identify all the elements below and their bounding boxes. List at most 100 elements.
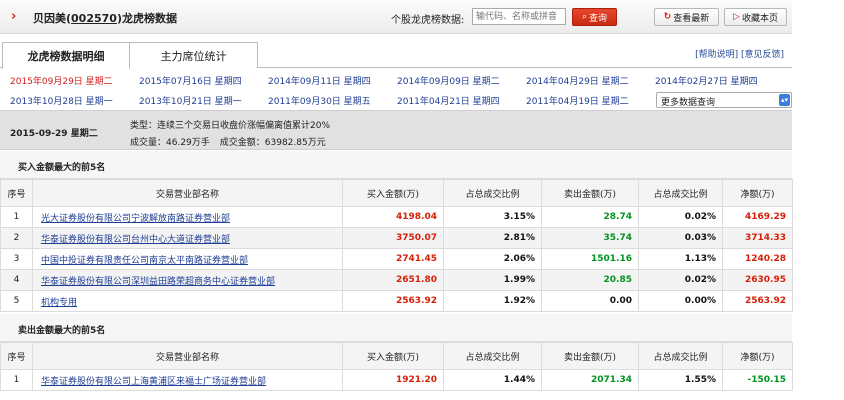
- sell-pct: 0.02%: [638, 206, 723, 228]
- table-row: 1 光大证券股份有限公司宁波解放南路证券营业部 4198.04 3.15% 28…: [0, 206, 793, 228]
- buy-pct: 1.99%: [443, 269, 542, 291]
- buy-pct: 1.44%: [443, 369, 542, 391]
- date-link[interactable]: 2011年04月19日 星期二: [526, 94, 629, 107]
- date-links: 2015年09月29日 星期二 2015年07月16日 星期四 2014年09月…: [0, 69, 792, 109]
- branch-link[interactable]: 华泰证券股份有限公司上海黄浦区来福士广场证券营业部: [41, 377, 266, 387]
- sell-pct: 1.55%: [638, 369, 723, 391]
- row-no: 2: [0, 227, 33, 249]
- buy-table: 序号 交易营业部名称 买入金额(万) 占总成交比例 卖出金额(万) 占总成交比例…: [0, 179, 793, 312]
- col-buy-pct: 占总成交比例: [443, 342, 542, 370]
- date-link[interactable]: 2011年09月30日 星期五: [268, 94, 371, 107]
- branch-link[interactable]: 中国中投证券有限责任公司南京太平南路证券营业部: [41, 256, 248, 266]
- selected-date: 2015-09-29 星期二: [10, 129, 98, 139]
- bookmark-icon: ▷: [733, 12, 740, 22]
- tab-bar: 龙虎榜数据明细 主力席位统计 [帮助说明] [意见反馈]: [0, 34, 792, 69]
- sell-pct: 0.03%: [638, 227, 723, 249]
- lookup-label: 个股龙虎榜数据:: [391, 15, 465, 26]
- date-link[interactable]: 2011年04月21日 星期四: [397, 94, 500, 107]
- query-button[interactable]: ⌕ 查询: [572, 8, 617, 26]
- col-sell-pct: 占总成交比例: [638, 342, 723, 370]
- sell-section-header: 卖出金额最大的前5名: [0, 314, 792, 342]
- more-data-select[interactable]: 更多数据查询 ▴▾: [656, 92, 792, 108]
- date-row: 2013年10月28日 星期一 2013年10月21日 星期一 2011年09月…: [0, 91, 792, 110]
- chevron-updown-icon: ▴▾: [779, 94, 790, 106]
- buy-amount: 2651.80: [342, 269, 444, 291]
- date-link[interactable]: 2013年10月21日 星期一: [139, 94, 242, 107]
- search-icon: ⌕: [581, 12, 588, 22]
- col-buy-pct: 占总成交比例: [443, 179, 542, 207]
- table-row: 4 华泰证券股份有限公司深圳益田路荣超商务中心证券营业部 2651.80 1.9…: [0, 269, 793, 291]
- query-button-label: 查询: [589, 13, 608, 24]
- sell-amount: 2071.34: [541, 369, 639, 391]
- more-data-label: 更多数据查询: [661, 98, 716, 108]
- buy-pct: 2.81%: [443, 227, 542, 249]
- col-sell-amount: 卖出金额(万): [541, 179, 639, 207]
- title-prefix: 贝因美(: [33, 12, 72, 25]
- date-link[interactable]: 2014年09月09日 星期二: [397, 74, 500, 87]
- buy-amount: 4198.04: [342, 206, 444, 228]
- branch-link[interactable]: 华泰证券股份有限公司台州中心大道证券营业部: [41, 235, 230, 245]
- col-branch-name: 交易营业部名称: [32, 179, 343, 207]
- sell-amount: 0.00: [541, 290, 639, 312]
- sell-amount: 20.85: [541, 269, 639, 291]
- stock-code-link[interactable]: 002570: [71, 12, 117, 25]
- net-amount: 4169.29: [722, 206, 793, 228]
- view-latest-button[interactable]: ↻ 查看最新: [654, 8, 719, 26]
- header-bar: › 贝因美(002570)龙虎榜数据 个股龙虎榜数据: ⌕ 查询 ↻ 查看最新 …: [0, 0, 792, 34]
- stock-search-input[interactable]: [472, 8, 566, 25]
- col-sell-amount: 卖出金额(万): [541, 342, 639, 370]
- page: › 贝因美(002570)龙虎榜数据 个股龙虎榜数据: ⌕ 查询 ↻ 查看最新 …: [0, 0, 844, 400]
- buy-pct: 2.06%: [443, 248, 542, 270]
- net-amount: -150.15: [722, 369, 793, 391]
- date-link[interactable]: 2014年02月27日 星期四: [655, 74, 758, 87]
- table-row: 2 华泰证券股份有限公司台州中心大道证券营业部 3750.07 2.81% 35…: [0, 227, 793, 249]
- row-no: 1: [0, 369, 33, 391]
- volume-amount: 成交量：46.29万手 成交金额：63982.85万元: [130, 135, 326, 148]
- buy-amount: 2563.92: [342, 290, 444, 312]
- col-branch-name: 交易营业部名称: [32, 342, 343, 370]
- help-link[interactable]: [帮助说明]: [695, 50, 738, 60]
- chevron-right-icon: ›: [11, 9, 17, 24]
- tab-lhb-detail[interactable]: 龙虎榜数据明细: [2, 42, 130, 69]
- date-link[interactable]: 2015年07月16日 星期四: [139, 74, 242, 87]
- date-link[interactable]: 2013年10月28日 星期一: [10, 94, 113, 107]
- table-header-row: 序号 交易营业部名称 买入金额(万) 占总成交比例 卖出金额(万) 占总成交比例…: [0, 179, 793, 207]
- net-amount: 2563.92: [722, 290, 793, 312]
- net-amount: 2630.95: [722, 269, 793, 291]
- table-header-row: 序号 交易营业部名称 买入金额(万) 占总成交比例 卖出金额(万) 占总成交比例…: [0, 342, 793, 370]
- sell-section-title: 卖出金额最大的前5名: [18, 326, 106, 336]
- date-link[interactable]: 2014年09月11日 星期四: [268, 74, 371, 87]
- branch-link[interactable]: 机构专用: [41, 298, 77, 308]
- table-row: 1 华泰证券股份有限公司上海黄浦区来福士广场证券营业部 1921.20 1.44…: [0, 369, 793, 391]
- col-no: 序号: [0, 342, 33, 370]
- buy-section-header: 买入金额最大的前5名: [0, 151, 792, 179]
- feedback-link[interactable]: [意见反馈]: [741, 50, 784, 60]
- view-latest-label: 查看最新: [673, 13, 710, 24]
- branch-link[interactable]: 光大证券股份有限公司宁波解放南路证券营业部: [41, 214, 230, 224]
- refresh-icon: ↻: [663, 12, 672, 22]
- buy-amount: 2741.45: [342, 248, 444, 270]
- list-type: 类型：连续三个交易日收盘价涨幅偏离值累计20%: [130, 121, 331, 131]
- row-no: 5: [0, 290, 33, 312]
- date-link-current[interactable]: 2015年09月29日 星期二: [10, 74, 113, 87]
- page-title: 贝因美(002570)龙虎榜数据: [33, 10, 177, 26]
- tab-main-seat-stats[interactable]: 主力席位统计: [129, 42, 258, 68]
- col-sell-pct: 占总成交比例: [638, 179, 723, 207]
- sell-pct: 1.13%: [638, 248, 723, 270]
- trade-amount: 成交金额：63982.85万元: [219, 138, 326, 148]
- buy-amount: 1921.20: [342, 369, 444, 391]
- col-buy-amount: 买入金额(万): [342, 342, 444, 370]
- col-net: 净额(万): [722, 342, 793, 370]
- sell-amount: 35.74: [541, 227, 639, 249]
- branch-link[interactable]: 华泰证券股份有限公司深圳益田路荣超商务中心证券营业部: [41, 277, 275, 287]
- date-link[interactable]: 2014年04月29日 星期二: [526, 74, 629, 87]
- sell-amount: 1501.16: [541, 248, 639, 270]
- buy-pct: 3.15%: [443, 206, 542, 228]
- net-amount: 3714.33: [722, 227, 793, 249]
- help-links: [帮助说明] [意见反馈]: [695, 47, 784, 60]
- col-buy-amount: 买入金额(万): [342, 179, 444, 207]
- sell-pct: 0.02%: [638, 269, 723, 291]
- favorite-page-button[interactable]: ▷ 收藏本页: [724, 8, 787, 26]
- date-row: 2015年09月29日 星期二 2015年07月16日 星期四 2014年09月…: [0, 71, 792, 90]
- row-no: 3: [0, 248, 33, 270]
